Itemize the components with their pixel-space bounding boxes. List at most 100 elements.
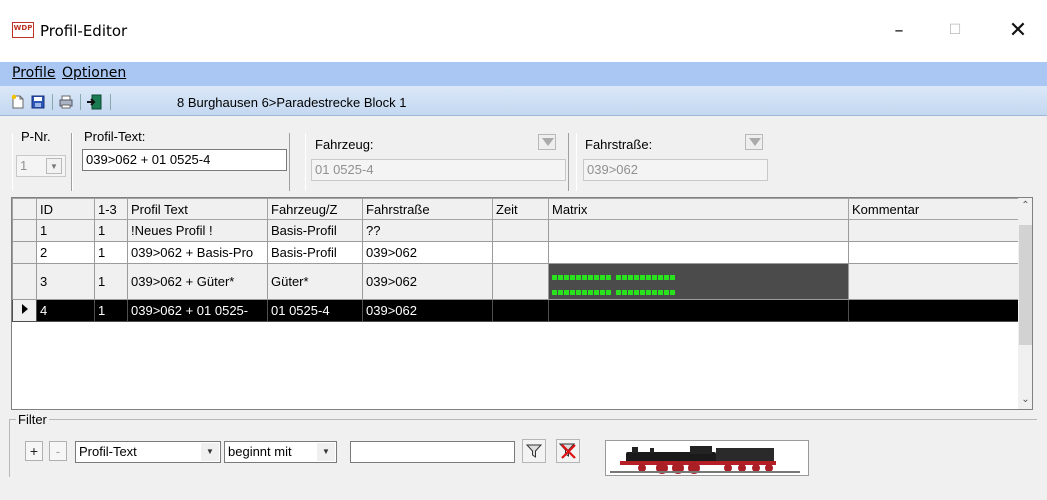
fahrstrasse-group: Fahrstraße: 039>062 [576, 133, 776, 191]
filter-operator-select[interactable]: beginnt mit ▼ [224, 441, 337, 463]
filter-legend: Filter [16, 412, 49, 427]
matrix-dot-row [552, 269, 612, 284]
fahrzeug-field: 01 0525-4 [311, 159, 566, 181]
column-header-fahrzeug[interactable]: Fahrzeug/Z [267, 198, 363, 220]
filter-value-input[interactable] [350, 441, 515, 463]
profile-form: P-Nr. 1 ▼ Profil-Text: 039>062 + 01 0525… [0, 117, 1047, 195]
matrix-dot-row [616, 269, 676, 284]
new-document-icon[interactable] [10, 94, 26, 110]
fahrzeug-group: Fahrzeug: 01 0525-4 [305, 133, 569, 191]
scrollbar-thumb[interactable] [1019, 225, 1032, 345]
matrix-dot [576, 275, 581, 280]
matrix-dot [552, 290, 557, 295]
matrix-dot-group [616, 269, 676, 299]
table-row[interactable]: 1 1 !Neues Profil ! Basis-Profil ?? [12, 219, 1019, 242]
menu-optionen[interactable]: Optionen [62, 65, 126, 81]
column-header-1-3[interactable]: 1-3 [94, 198, 128, 220]
toolbar-path-text: 8 Burghausen 6>Paradestrecke Block 1 [177, 95, 407, 110]
filter-add-button[interactable]: + [25, 441, 43, 461]
close-button[interactable]: ✕ [995, 14, 1041, 46]
matrix-dot [600, 290, 605, 295]
column-header-id[interactable]: ID [36, 198, 95, 220]
matrix-indicator [548, 263, 849, 300]
matrix-dot [628, 275, 633, 280]
scroll-down-icon[interactable]: ⌄ [1019, 394, 1032, 405]
matrix-dot [600, 275, 605, 280]
column-header-fahrstrasse[interactable]: Fahrstraße [362, 198, 493, 220]
grid-scrollbar[interactable]: ⌃ ⌄ [1018, 198, 1032, 409]
matrix-dot [552, 275, 557, 280]
matrix-dot [570, 275, 575, 280]
matrix-dot-group [552, 269, 612, 299]
window-title: Profil-Editor [40, 22, 128, 40]
matrix-dot [582, 275, 587, 280]
maximize-button[interactable]: ☐ [932, 14, 978, 46]
row-pointer-icon [12, 299, 37, 322]
profile-table: ID 1-3 Profil Text Fahrzeug/Z Fahrstraße… [12, 198, 1019, 322]
matrix-dot [558, 290, 563, 295]
filter-apply-button[interactable] [522, 439, 546, 463]
matrix-dot [640, 275, 645, 280]
matrix-dot [606, 275, 611, 280]
matrix-dot-row [616, 284, 676, 299]
matrix-dot [594, 275, 599, 280]
matrix-dot [670, 290, 675, 295]
chevron-down-icon: ▼ [201, 443, 219, 461]
matrix-dot-row [552, 284, 612, 299]
matrix-dot [616, 275, 621, 280]
app-logo-icon: WDP [12, 22, 34, 38]
minimize-button[interactable]: – [876, 14, 922, 46]
profiltext-group: Profil-Text: 039>062 + 01 0525-4 [72, 129, 290, 191]
matrix-dot [664, 275, 669, 280]
matrix-dot [588, 275, 593, 280]
matrix-dot [640, 290, 645, 295]
filter-clear-button[interactable] [556, 439, 580, 463]
matrix-dot [576, 290, 581, 295]
steam-locomotive-image [605, 440, 809, 476]
matrix-dot [606, 290, 611, 295]
filter-field-select[interactable]: Profil-Text ▼ [75, 441, 221, 463]
matrix-dot [564, 275, 569, 280]
locomotive-icon [606, 441, 808, 475]
scroll-up-icon[interactable]: ⌃ [1019, 200, 1032, 211]
toolbar-separator [52, 94, 53, 110]
fahrstrasse-field: 039>062 [583, 159, 768, 181]
table-header: ID 1-3 Profil Text Fahrzeug/Z Fahrstraße… [12, 198, 1019, 220]
matrix-dot [628, 290, 633, 295]
profiltext-label: Profil-Text: [84, 129, 146, 144]
fahrstrasse-select-icon[interactable] [745, 134, 763, 150]
toolbar-separator [110, 94, 111, 110]
profiltext-input[interactable]: 039>062 + 01 0525-4 [82, 149, 287, 171]
matrix-dot [652, 275, 657, 280]
table-row[interactable]: 3 1 039>062 + Güter* Güter* 039>062 [12, 263, 1019, 300]
matrix-dot [570, 290, 575, 295]
menu-bar: Profile Optionen [0, 62, 1047, 86]
table-row[interactable]: 2 1 039>062 + Basis-Pro Basis-Profil 039… [12, 241, 1019, 264]
funnel-clear-icon [559, 443, 576, 459]
toolbar: 8 Burghausen 6>Paradestrecke Block 1 [0, 86, 1047, 116]
title-bar: WDP Profil-Editor – ☐ ✕ [0, 0, 1047, 62]
matrix-dot [594, 290, 599, 295]
toolbar-separator [80, 94, 81, 110]
matrix-dot [634, 290, 639, 295]
matrix-dot [622, 290, 627, 295]
save-icon[interactable] [30, 94, 46, 110]
table-row-selected[interactable]: 4 1 039>062 + 01 0525- 01 0525-4 039>062 [12, 299, 1019, 322]
matrix-dot [670, 275, 675, 280]
column-header-kommentar[interactable]: Kommentar [848, 198, 1019, 220]
pnr-dropdown-icon[interactable]: ▼ [46, 158, 62, 174]
print-icon[interactable] [58, 94, 74, 110]
matrix-dot [622, 275, 627, 280]
matrix-dots [552, 269, 676, 295]
filter-remove-button[interactable]: - [49, 441, 67, 461]
matrix-dot [664, 290, 669, 295]
column-header-zeit[interactable]: Zeit [492, 198, 549, 220]
matrix-dot [658, 275, 663, 280]
column-header-matrix[interactable]: Matrix [548, 198, 849, 220]
menu-profile[interactable]: Profile [12, 65, 56, 81]
fahrstrasse-label: Fahrstraße: [585, 137, 653, 152]
column-header-profil-text[interactable]: Profil Text [127, 198, 268, 220]
exit-icon[interactable] [86, 94, 102, 110]
matrix-dot [616, 290, 621, 295]
fahrzeug-select-icon[interactable] [538, 134, 556, 150]
